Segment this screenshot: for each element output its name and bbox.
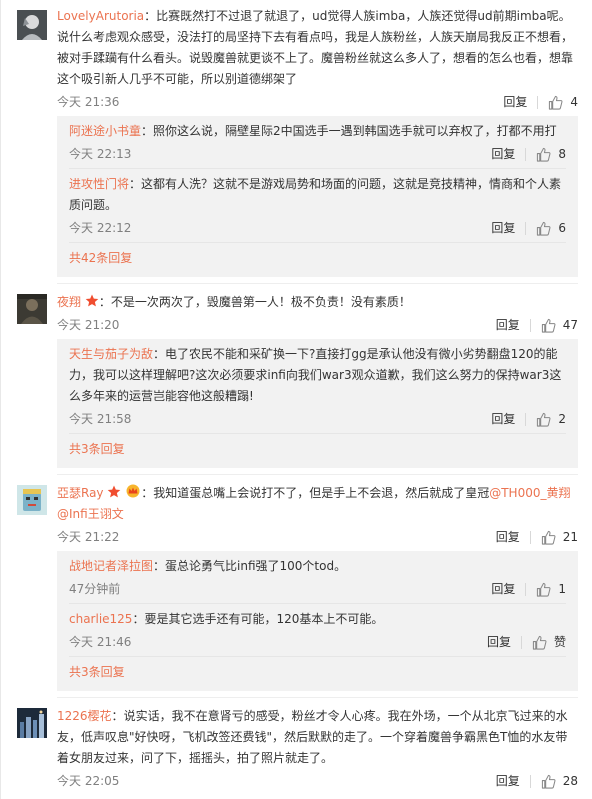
timestamp: 今天 21:20 <box>57 318 120 332</box>
comment-text: 亞瑟Ray ：我知道蛋总嘴上会说打不了，但是手上不会退，然后就成了皇冠@TH00… <box>57 484 571 521</box>
comment-text: 夜翔 ：不是一次两次了，毁魔兽第一人！极不负责！没有素质！ <box>57 294 411 309</box>
comment-item: 1226樱花：说实话，我不在意肾亏的感受，粉丝才令人心疼。我在外场，一个从北京飞… <box>1 698 592 793</box>
like-count: 2 <box>558 412 566 426</box>
star-badge-icon <box>108 485 121 498</box>
comment-text: LovelyArutoria：比赛既然打不过退了就退了，ud觉得人族imba，人… <box>57 9 574 86</box>
thumbs-up-icon <box>537 147 551 162</box>
username-link[interactable]: charlie125 <box>69 612 132 626</box>
like-button[interactable]: 赞 <box>532 630 566 654</box>
comment-meta: 今天 21:20 回复 47 <box>57 313 578 337</box>
thumbs-up-icon <box>541 774 556 789</box>
like-count: 8 <box>558 147 566 161</box>
reply-item: 战地记者泽拉图：蛋总论勇气比infi强了100个tod。 47分钟前 回复 1 <box>69 551 566 604</box>
reply-button[interactable]: 回复 <box>487 630 511 654</box>
reply-item: charlie125：要是其它选手还有可能，120基本上不可能。 今天 21:4… <box>69 604 566 657</box>
like-count: 28 <box>562 774 578 788</box>
star-badge-icon <box>85 294 99 307</box>
more-replies-link[interactable]: 共42条回复 <box>69 243 566 275</box>
reply-item: 进攻性门将：这都有人洗？这就不是游戏局势和场面的问题，这就是竞技精神，情商和个人… <box>69 169 566 243</box>
more-replies-link[interactable]: 共3条回复 <box>69 657 566 689</box>
action-divider <box>525 412 527 426</box>
thumbs-up-icon <box>537 582 551 597</box>
timestamp: 今天 21:58 <box>69 412 132 426</box>
like-count: 21 <box>562 530 578 544</box>
reply-button[interactable]: 回复 <box>491 216 515 240</box>
avatar[interactable] <box>17 708 47 738</box>
comment-meta: 今天 22:05 回复 28 <box>57 769 578 793</box>
comment-meta: 今天 21:36 回复 4 <box>57 90 578 114</box>
reply-button[interactable]: 回复 <box>491 577 515 601</box>
timestamp: 今天 21:22 <box>57 530 120 544</box>
reply-list: 阿迷途小书童：照你这么说，隔壁星际2中国选手一遇到韩国选手就可以弃权了，打都不用… <box>57 116 578 277</box>
reply-list: 战地记者泽拉图：蛋总论勇气比infi强了100个tod。 47分钟前 回复 1 … <box>57 551 578 691</box>
username-link[interactable]: 亞瑟Ray <box>57 486 104 500</box>
like-button[interactable]: 21 <box>541 525 578 549</box>
comment-feed: LovelyArutoria：比赛既然打不过退了就退了，ud觉得人族imba，人… <box>0 0 592 799</box>
action-divider <box>525 582 527 596</box>
thumbs-up-icon <box>537 412 551 427</box>
reply-button[interactable]: 回复 <box>496 313 520 337</box>
action-divider <box>529 774 531 788</box>
comment-text: 1226樱花：说实话，我不在意肾亏的感受，粉丝才令人心疼。我在外场，一个从北京飞… <box>57 709 568 765</box>
avatar[interactable] <box>17 294 47 324</box>
thumbs-up-icon <box>532 635 547 650</box>
reply-button[interactable]: 回复 <box>491 407 515 431</box>
thumbs-up-icon <box>541 318 556 333</box>
action-divider <box>529 318 531 332</box>
vip-crown-icon <box>126 484 140 498</box>
reply-button[interactable]: 回复 <box>503 90 527 114</box>
timestamp: 今天 22:12 <box>69 221 132 235</box>
username-link[interactable]: LovelyArutoria <box>57 9 144 23</box>
thumbs-up-icon <box>537 221 551 236</box>
action-divider <box>537 95 539 109</box>
timestamp: 今天 21:36 <box>57 95 120 109</box>
reply-item: 天生与茄子为敌：电了农民不能和采矿换一下?直接打gg是承认他没有微小劣势翻盘12… <box>69 339 566 434</box>
like-button[interactable]: 4 <box>548 90 578 114</box>
thumbs-up-icon <box>549 95 563 110</box>
like-button[interactable]: 28 <box>541 769 578 793</box>
like-count: 1 <box>558 582 566 596</box>
action-divider <box>525 221 527 235</box>
thumbs-up-icon <box>541 530 556 545</box>
username-link[interactable]: 阿迷途小书童 <box>69 124 141 138</box>
timestamp: 今天 21:46 <box>69 635 132 649</box>
reply-list: 天生与茄子为敌：电了农民不能和采矿换一下?直接打gg是承认他没有微小劣势翻盘12… <box>57 339 578 468</box>
avatar[interactable] <box>17 10 47 40</box>
like-count: 47 <box>562 318 578 332</box>
like-count: 6 <box>558 221 566 235</box>
like-button[interactable]: 47 <box>541 313 578 337</box>
mention-link[interactable]: @Infi王诩文 <box>57 507 124 521</box>
username-link[interactable]: 战地记者泽拉图 <box>69 559 153 573</box>
like-count: 赞 <box>553 635 566 649</box>
reply-button[interactable]: 回复 <box>491 142 515 166</box>
username-link[interactable]: 夜翔 <box>57 295 81 309</box>
username-link[interactable]: 天生与茄子为敌 <box>69 347 153 361</box>
comment-meta: 今天 21:22 回复 21 <box>57 525 578 549</box>
timestamp: 47分钟前 <box>69 582 121 596</box>
like-button[interactable]: 6 <box>536 216 566 240</box>
reply-button[interactable]: 回复 <box>496 525 520 549</box>
comment-item: LovelyArutoria：比赛既然打不过退了就退了，ud觉得人族imba，人… <box>1 0 592 277</box>
username-link[interactable]: 1226樱花 <box>57 709 112 723</box>
reply-item: 阿迷途小书童：照你这么说，隔壁星际2中国选手一遇到韩国选手就可以弃权了，打都不用… <box>69 116 566 169</box>
like-button[interactable]: 8 <box>536 142 566 166</box>
username-link[interactable]: 进攻性门将 <box>69 177 129 191</box>
mention-link[interactable]: @TH000_黄翔 <box>489 486 570 500</box>
comment-item: 亞瑟Ray ：我知道蛋总嘴上会说打不了，但是手上不会退，然后就成了皇冠@TH00… <box>1 475 592 691</box>
like-button[interactable]: 1 <box>536 577 566 601</box>
like-count: 4 <box>570 95 578 109</box>
reply-button[interactable]: 回复 <box>496 769 520 793</box>
timestamp: 今天 22:13 <box>69 147 132 161</box>
action-divider <box>525 147 527 161</box>
action-divider <box>520 635 522 649</box>
avatar[interactable] <box>17 485 47 515</box>
comment-item: 夜翔 ：不是一次两次了，毁魔兽第一人！极不负责！没有素质！ 今天 21:20 回… <box>1 284 592 468</box>
action-divider <box>529 530 531 544</box>
timestamp: 今天 22:05 <box>57 774 120 788</box>
more-replies-link[interactable]: 共3条回复 <box>69 434 566 466</box>
like-button[interactable]: 2 <box>536 407 566 431</box>
